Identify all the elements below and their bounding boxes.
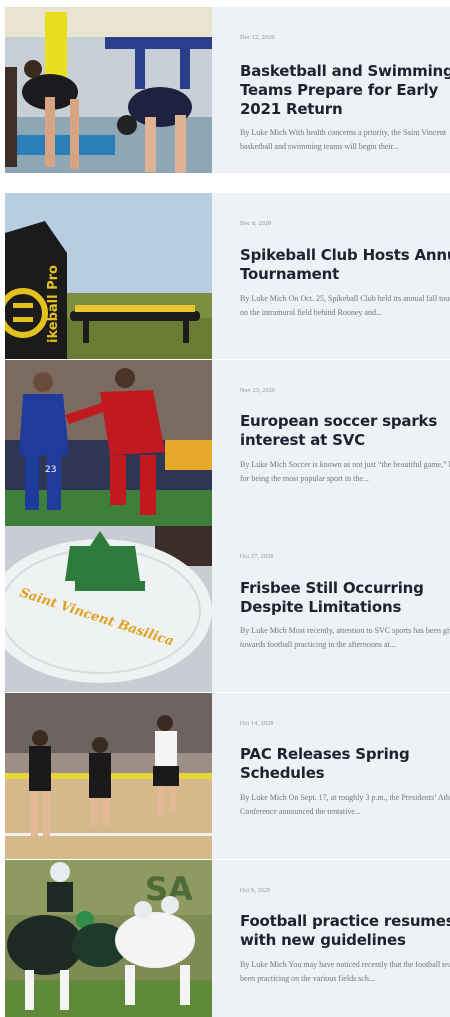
article-title[interactable]: Football practice resumes with new guide… xyxy=(240,912,450,950)
article-date: Dec 8, 2020 xyxy=(240,221,272,227)
article-thumbnail[interactable]: Saint Vincent Basilica xyxy=(5,526,212,692)
article-title[interactable]: Basketball and Swimming Teams Prepare fo… xyxy=(240,62,450,119)
article-title[interactable]: PAC Releases Spring Schedules xyxy=(240,745,450,783)
article-title[interactable]: Frisbee Still Occurring Despite Limitati… xyxy=(240,579,450,617)
article-card[interactable]: 23 Nov 23, 2020 European soccer sparks i… xyxy=(5,360,450,526)
article-card[interactable]: Saint Vincent Basilica Oct 27, 2020 Fris… xyxy=(5,526,450,692)
article-date: Oct 27, 2020 xyxy=(240,554,274,560)
article-card[interactable]: ikeball Pro Dec 8, 2020 Spikeball Club H… xyxy=(5,193,450,359)
article-text: Dec 8, 2020 Spikeball Club Hosts Annual … xyxy=(212,193,450,359)
swimmers-photo xyxy=(5,7,212,173)
article-card[interactable]: Dec 12, 2020 Basketball and Swimming Tea… xyxy=(5,7,450,173)
article-title[interactable]: Spikeball Club Hosts Annual Tournament xyxy=(240,246,450,284)
article-title[interactable]: European soccer sparks interest at SVC xyxy=(240,412,450,450)
frisbee-photo: Saint Vincent Basilica xyxy=(5,526,212,692)
article-thumbnail[interactable] xyxy=(5,693,212,859)
article-thumbnail[interactable]: 23 xyxy=(5,360,212,526)
article-text: Oct 27, 2020 Frisbee Still Occurring Des… xyxy=(212,526,450,692)
jersey-number: 23 xyxy=(45,465,56,475)
article-text: Oct 14, 2020 PAC Releases Spring Schedul… xyxy=(212,693,450,859)
article-date: Oct 9, 2020 xyxy=(240,888,271,894)
article-feed: Dec 12, 2020 Basketball and Swimming Tea… xyxy=(0,0,450,1017)
article-date: Nov 23, 2020 xyxy=(240,388,276,394)
soccer-photo: 23 xyxy=(5,360,212,526)
article-date: Dec 12, 2020 xyxy=(240,35,275,41)
article-text: Nov 23, 2020 European soccer sparks inte… xyxy=(212,360,450,526)
article-thumbnail[interactable] xyxy=(5,7,212,173)
article-text: Oct 9, 2020 Football practice resumes wi… xyxy=(212,860,450,1017)
article-excerpt: By Luke Mich On Oct. 25, Spikeball Club … xyxy=(240,294,450,317)
article-date: Oct 14, 2020 xyxy=(240,721,274,727)
spikeball-photo: ikeball Pro xyxy=(5,193,212,359)
article-excerpt: By Luke Mich Most recently, attention to… xyxy=(240,626,450,649)
volleyball-photo xyxy=(5,693,212,859)
article-thumbnail[interactable]: ikeball Pro xyxy=(5,193,212,359)
article-thumbnail[interactable]: SA xyxy=(5,860,212,1017)
article-card[interactable]: SA Oct 9, 2020 Football practice resumes… xyxy=(5,860,450,1017)
football-photo: SA xyxy=(5,860,212,1017)
article-excerpt: By Luke Mich You may have noticed recent… xyxy=(240,960,450,983)
article-card[interactable]: Oct 14, 2020 PAC Releases Spring Schedul… xyxy=(5,693,450,859)
article-excerpt: By Luke Mich On Sept. 17, at roughly 3 p… xyxy=(240,793,450,816)
article-excerpt: By Luke Mich Soccer is known as not just… xyxy=(240,460,450,483)
article-text: Dec 12, 2020 Basketball and Swimming Tea… xyxy=(212,7,450,173)
article-excerpt: By Luke Mich With health concerns a prio… xyxy=(240,128,447,151)
spikeball-bag-text: ikeball Pro xyxy=(46,265,61,343)
